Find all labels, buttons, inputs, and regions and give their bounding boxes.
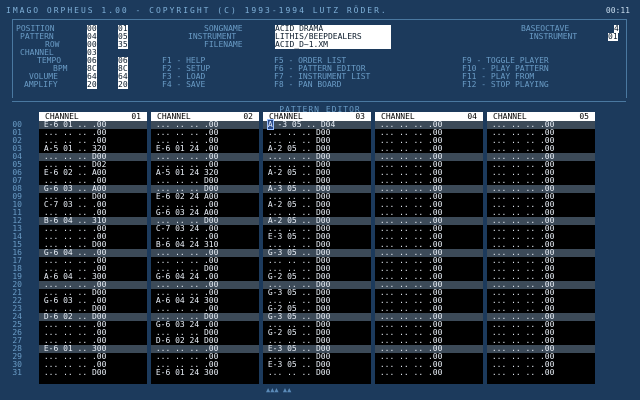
pattern-cell[interactable]: ... .. .. .00	[375, 369, 483, 377]
channel-02[interactable]: CHANNEL 02 ... .. .. .00 ... .. .. .00 ..…	[151, 112, 259, 384]
fkey-f8[interactable]: F8 - PAN BOARD	[274, 81, 341, 89]
channel-05[interactable]: CHANNEL 05 ... .. .. .00 ... .. .. .00 ..…	[487, 112, 595, 384]
current-instrument-label: INSTRUMENT	[529, 32, 578, 41]
channel-04[interactable]: CHANNEL 04 ... .. .. .00 ... .. .. .00 ..…	[375, 112, 483, 384]
channel-header-number: 05	[579, 112, 589, 121]
channel-01[interactable]: CHANNEL 01 E-6 01 .. .00 ... .. .. .00 ..…	[39, 112, 147, 384]
pattern-cell[interactable]: E-6 01 24 300	[151, 369, 259, 377]
pattern-cell[interactable]: ... .. .. D00	[39, 369, 147, 377]
row-max[interactable]: 35	[118, 41, 128, 49]
amplify-value[interactable]: 20	[87, 81, 97, 89]
app-title: IMAGO ORPHEUS 1.00 - COPYRIGHT (C) 1993-…	[6, 6, 388, 15]
channel-03[interactable]: CHANNEL 03 A -3 05 .. D04 ... .. .. D00 .…	[263, 112, 371, 384]
fkey-f12[interactable]: F12 - STOP PLAYING	[462, 81, 549, 89]
filename-field[interactable]: ACID_D~1.XM	[275, 41, 391, 49]
scroll-indicator[interactable]: ▲▲▲ ▲▲	[266, 386, 291, 394]
amplify-max[interactable]: 20	[118, 81, 128, 89]
row-number: 31	[12, 368, 22, 377]
tracker-screen: IMAGO ORPHEUS 1.00 - COPYRIGHT (C) 1993-…	[0, 0, 640, 400]
pattern-cell[interactable]: ... .. .. D00	[263, 369, 371, 377]
channel-header-number: 02	[243, 112, 253, 121]
channel-header-number: 04	[467, 112, 477, 121]
channel-header-number: 01	[131, 112, 141, 121]
pattern-cell[interactable]: ... .. .. .00	[487, 369, 595, 377]
amplify-label: AMPLIFY	[24, 80, 58, 89]
clock: 00:11	[605, 6, 630, 15]
channel-header-number: 03	[355, 112, 365, 121]
current-instrument-value[interactable]: 01	[608, 33, 618, 41]
fkey-f4[interactable]: F4 - SAVE	[162, 81, 205, 89]
filename-label: FILENAME	[204, 40, 243, 49]
